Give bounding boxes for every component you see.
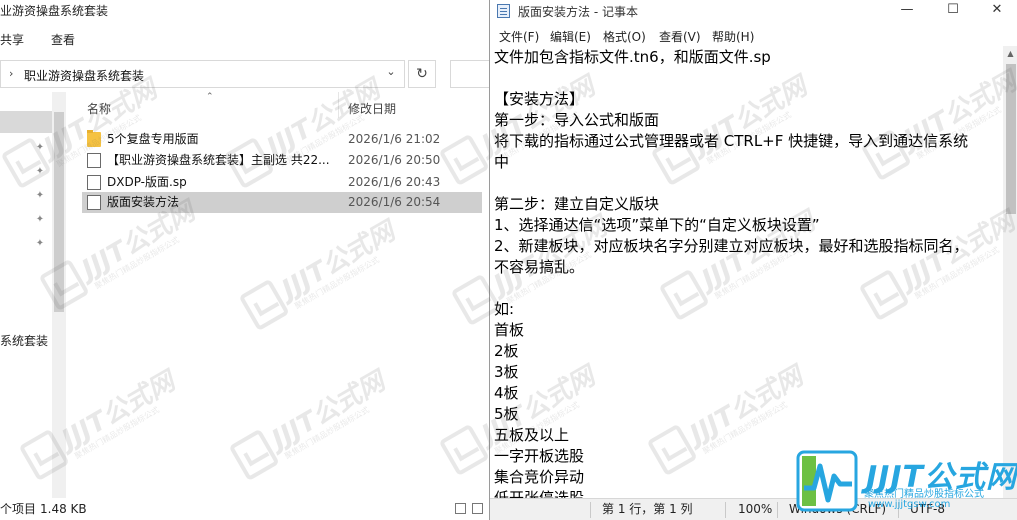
file-name: 【职业游资操盘系统套装】主副选 共22...: [107, 153, 330, 167]
text-line: 1、选择通达信“选项”菜单下的“自定义板块设置”: [494, 216, 820, 234]
column-headers: 名称 ⌃ 修改日期: [82, 92, 489, 118]
menu-file[interactable]: 文件(F): [499, 28, 539, 45]
selection-size: 1.48 KB: [40, 502, 87, 516]
address-dropdown-icon[interactable]: ⌄: [382, 65, 400, 85]
file-row[interactable]: 5个复盘专用版面 2026/1/6 21:02: [82, 129, 482, 150]
zoom-level: 100%: [738, 502, 773, 516]
nav-selected-item[interactable]: [0, 111, 52, 133]
notepad-app-icon: [497, 4, 510, 18]
address-bar[interactable]: › 职业游资操盘系统套装 ⌄: [0, 60, 405, 88]
status-divider: [725, 502, 726, 518]
text-line: 不容易搞乱。: [494, 258, 585, 276]
text-line: 4板: [494, 384, 519, 402]
text-line: 3板: [494, 363, 519, 381]
pin-icon: ✦: [35, 238, 45, 249]
text-line: 如:: [494, 300, 515, 318]
sort-ascending-icon: ⌃: [206, 92, 214, 102]
status-divider: [590, 502, 591, 518]
explorer-status-bar: 个项目 1.48 KB: [0, 498, 489, 520]
refresh-icon: ↻: [416, 66, 428, 82]
menu-bar: 文件(F) 编辑(E) 格式(O) 查看(V) 帮助(H): [490, 24, 1017, 46]
explorer-ribbon: 共享 查看: [0, 22, 489, 56]
column-header-modified[interactable]: 修改日期: [348, 100, 396, 117]
search-input[interactable]: [450, 60, 489, 88]
file-date: 2026/1/6 20:43: [348, 175, 441, 189]
notepad-titlebar[interactable]: 版面安装方法 - 记事本 — ☐ ✕: [490, 0, 1017, 22]
file-name: 5个复盘专用版面: [107, 132, 199, 146]
text-line: 5板: [494, 405, 519, 423]
file-name: DXDP-版面.sp: [107, 175, 187, 189]
text-line: 2、新建板块，对应板块名字分别建立对应板块，最好和选股指标同名，: [494, 237, 969, 255]
menu-format[interactable]: 格式(O): [603, 28, 646, 45]
file-date: 2026/1/6 20:50: [348, 153, 441, 167]
details-view-icon[interactable]: [455, 503, 466, 514]
nav-scrollbar-thumb[interactable]: [54, 112, 64, 312]
text-line: 首板: [494, 321, 525, 339]
text-line: 集合竞价异动: [494, 468, 585, 486]
address-path[interactable]: 职业游资操盘系统套装: [24, 67, 144, 84]
column-header-name[interactable]: 名称: [87, 100, 111, 117]
text-line: 一字开板选股: [494, 447, 585, 465]
file-date: 2026/1/6 20:54: [348, 195, 441, 209]
folder-icon: [87, 130, 101, 147]
file-explorer-window: 业游资操盘系统套装 共享 查看 › 职业游资操盘系统套装 ⌄ ↻ ✦ ✦ ✦ ✦…: [0, 0, 489, 520]
brand-logo: JJJT公式网 聚焦热门精品炒股指标公式 www.jjjtgsw.com: [796, 450, 1017, 520]
ribbon-tab-view[interactable]: 查看: [51, 31, 75, 48]
address-bar-row: › 职业游资操盘系统套装 ⌄ ↻: [0, 60, 489, 90]
text-line: 【安装方法】: [494, 90, 585, 108]
document-icon: [87, 153, 101, 168]
document-icon: [87, 175, 101, 190]
status-divider: [777, 502, 778, 518]
file-date: 2026/1/6 21:02: [348, 132, 441, 146]
file-row-selected[interactable]: 版面安装方法 2026/1/6 20:54: [82, 192, 482, 213]
breadcrumb-chevron-icon[interactable]: ›: [9, 67, 13, 80]
item-count: 个项目: [0, 502, 37, 516]
text-line: 文件加包含指标文件.tn6，和版面文件.sp: [494, 48, 771, 66]
text-line: 五板及以上: [494, 426, 570, 444]
file-list: 名称 ⌃ 修改日期 5个复盘专用版面 2026/1/6 21:02 【职业游资操…: [82, 92, 489, 498]
menu-view[interactable]: 查看(V): [659, 28, 701, 45]
scrollbar-thumb[interactable]: [1006, 64, 1016, 214]
pin-icon: ✦: [35, 142, 45, 153]
file-row[interactable]: DXDP-版面.sp 2026/1/6 20:43: [82, 172, 482, 193]
close-button[interactable]: ✕: [974, 0, 1017, 22]
navigation-pane: ✦ ✦ ✦ ✦ ✦ 系统套装: [0, 92, 66, 498]
minimize-button[interactable]: —: [884, 0, 930, 22]
text-line: 第二步：建立自定义版块: [494, 195, 660, 213]
brand-url: www.jjjtgsw.com: [868, 499, 951, 510]
window-title: 版面安装方法 - 记事本: [518, 5, 638, 19]
pin-icon: ✦: [35, 190, 45, 201]
large-icons-view-icon[interactable]: [472, 503, 483, 514]
cursor-position: 第 1 行，第 1 列: [602, 502, 693, 516]
brand-logo-icon: [796, 450, 858, 512]
brand-subtitle: 聚焦热门精品炒股指标公式: [864, 489, 984, 500]
column-divider[interactable]: [338, 92, 339, 118]
explorer-title: 业游资操盘系统套装: [0, 4, 109, 18]
nav-item-label[interactable]: 系统套装: [0, 332, 48, 349]
ribbon-tab-share[interactable]: 共享: [0, 31, 24, 48]
text-editor-area[interactable]: 文件加包含指标文件.tn6，和版面文件.sp 【安装方法】 第一步：导入公式和版…: [490, 46, 1003, 498]
text-line: 中: [494, 153, 510, 171]
refresh-button[interactable]: ↻: [408, 60, 436, 88]
file-name: 版面安装方法: [107, 195, 180, 209]
menu-help[interactable]: 帮助(H): [712, 28, 754, 45]
menu-edit[interactable]: 编辑(E): [550, 28, 591, 45]
text-line: 将下载的指标通过公式管理器或者 CTRL+F 快捷键，导入到通达信系统: [494, 132, 969, 150]
text-line: 2板: [494, 342, 519, 360]
file-row[interactable]: 【职业游资操盘系统套装】主副选 共22... 2026/1/6 20:50: [82, 150, 482, 171]
text-line: 低开张停选股: [494, 489, 585, 498]
scroll-up-icon[interactable]: ▲: [1003, 46, 1017, 62]
document-icon: [87, 195, 101, 210]
notepad-window: 版面安装方法 - 记事本 — ☐ ✕ 文件(F) 编辑(E) 格式(O) 查看(…: [489, 0, 1017, 520]
text-line: 第一步：导入公式和版面: [494, 111, 660, 129]
maximize-button[interactable]: ☐: [930, 0, 976, 22]
pin-icon: ✦: [35, 214, 45, 225]
pin-icon: ✦: [35, 166, 45, 177]
